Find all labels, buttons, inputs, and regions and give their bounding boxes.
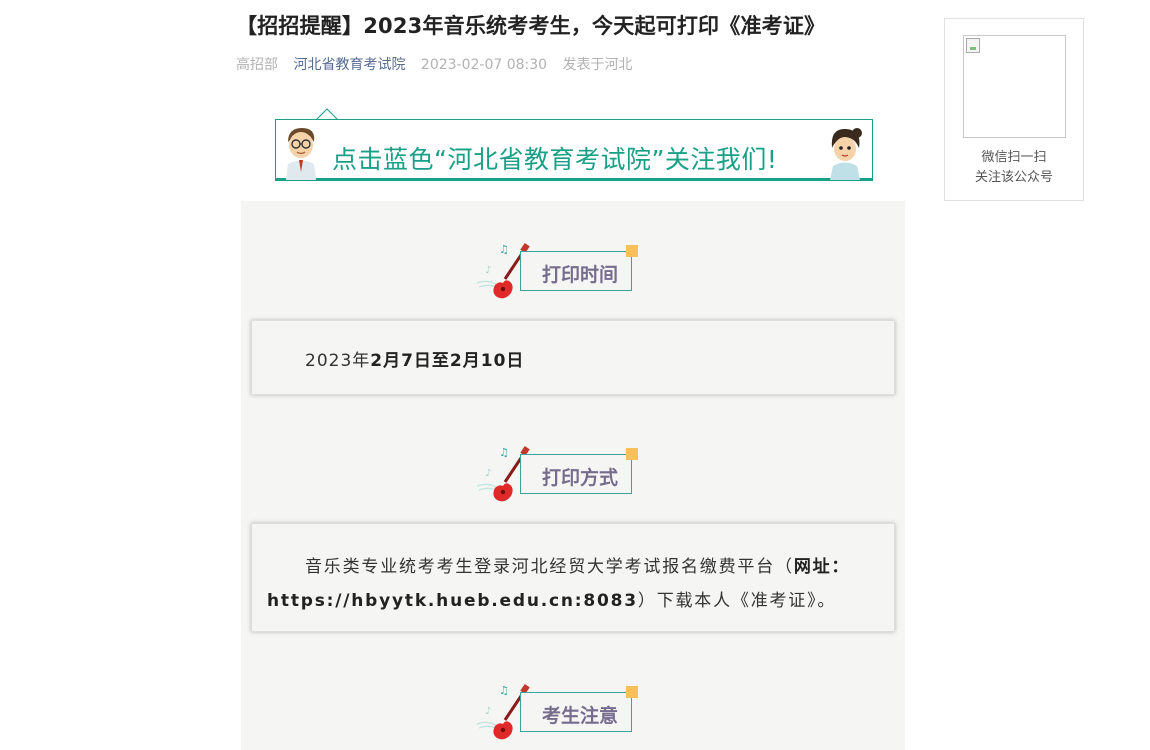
- qr-caption-line1: 微信扫一扫: [981, 150, 1047, 165]
- section-heading-print-time: ♫ ♪ 打印时间: [475, 241, 638, 301]
- svg-text:♪: ♪: [485, 265, 491, 276]
- section-heading-text: 打印时间: [542, 264, 619, 286]
- print-time-card: 2023年2月7日至2月10日: [251, 320, 895, 395]
- broken-image-icon: [966, 38, 980, 53]
- qr-caption-line2: 关注该公众号: [974, 170, 1053, 185]
- section-heading-print-method: ♫ ♪ 打印方式: [475, 444, 638, 504]
- boy-avatar-icon: [286, 128, 316, 180]
- section-heading-notice: ♫ ♪ 考生注意: [475, 682, 638, 742]
- author: 高招部: [236, 57, 278, 73]
- section-heading-text: 考生注意: [542, 705, 619, 727]
- print-method-tail: ）下载本人《准考证》。: [637, 591, 837, 611]
- print-method-text: 音乐类专业统考考生登录河北经贸大学考试报名缴费平台（: [305, 557, 794, 577]
- svg-text:♫: ♫: [499, 243, 509, 256]
- svg-text:♫: ♫: [499, 446, 509, 459]
- svg-text:♫: ♫: [499, 684, 509, 697]
- print-time-prefix: 2023年: [305, 351, 371, 371]
- article-meta: 高招部 河北省教育考试院 2023-02-07 08:30 发表于河北: [236, 54, 644, 74]
- follow-banner-text: 点击蓝色“河北省教育考试院”关注我们!: [332, 145, 778, 174]
- article-title: 【招招提醒】2023年音乐统考考生，今天起可打印《准考证》: [236, 14, 826, 38]
- article-content: ♫ ♪ 打印时间 2023年2月7日至2月10日 ♫ ♪ 打印方式 音乐类专业统…: [241, 201, 905, 750]
- accent-square: [626, 686, 638, 698]
- svg-text:♪: ♪: [485, 468, 491, 479]
- section-label-box: 考生注意: [520, 686, 638, 732]
- girl-avatar-icon: [830, 128, 862, 180]
- print-time-range: 2月7日至2月10日: [370, 351, 525, 371]
- follow-banner[interactable]: 点击蓝色“河北省教育考试院”关注我们!: [275, 119, 873, 181]
- section-label-box: 打印方式: [520, 448, 638, 494]
- url-label: 网址：: [793, 557, 851, 577]
- qr-panel: 微信扫一扫 关注该公众号: [944, 18, 1084, 201]
- print-method-line-2: https://hbyytk.hueb.edu.cn:8083）下载本人《准考证…: [267, 586, 836, 611]
- publish-time: 2023-02-07 08:30: [420, 57, 548, 73]
- svg-text:♪: ♪: [485, 706, 491, 717]
- publish-location: 发表于河北: [562, 57, 633, 73]
- print-time-text: 2023年2月7日至2月10日: [305, 346, 524, 371]
- platform-url[interactable]: https://hbyytk.hueb.edu.cn:8083: [267, 591, 638, 611]
- section-label-box: 打印时间: [520, 245, 638, 291]
- qr-code-image: [963, 35, 1066, 138]
- section-heading-text: 打印方式: [542, 467, 619, 489]
- account-link[interactable]: 河北省教育考试院: [293, 57, 405, 73]
- accent-square: [626, 448, 638, 460]
- accent-square: [626, 245, 638, 257]
- print-method-card: 音乐类专业统考考生登录河北经贸大学考试报名缴费平台（网址： https://hb…: [251, 523, 895, 632]
- print-method-line-1: 音乐类专业统考考生登录河北经贸大学考试报名缴费平台（网址：: [305, 552, 850, 577]
